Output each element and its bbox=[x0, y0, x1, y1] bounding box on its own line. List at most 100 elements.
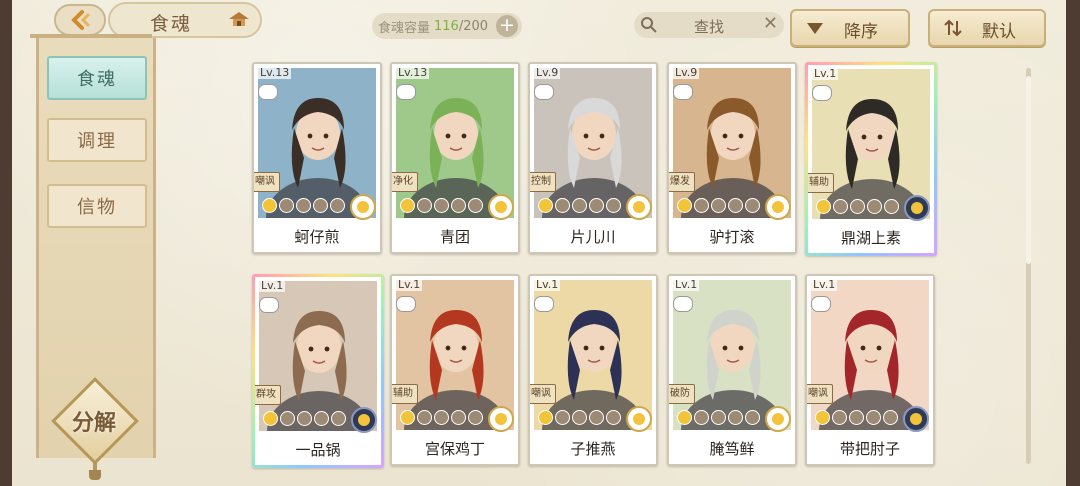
bond-icon bbox=[534, 296, 554, 312]
game-screen: 食魂 食魂容量 116 /200 + 查找 ✕ 降序 默认 食魂 调理 信物 分… bbox=[0, 0, 1080, 486]
sort-mode-button[interactable]: 默认 bbox=[928, 9, 1046, 47]
star-icon bbox=[331, 411, 346, 426]
bond-icon bbox=[812, 85, 832, 101]
star-icon bbox=[694, 410, 709, 425]
level-label: Lv.9 bbox=[534, 66, 561, 79]
card-grid: Lv.13 嘲讽 蚵仔煎 Lv.13 净化 青团 Lv.9 控制 片儿川 Lv.9 爆发 驴打滚 Lv.… bbox=[252, 62, 942, 466]
star-icon bbox=[883, 410, 898, 425]
scrollbar[interactable] bbox=[1026, 68, 1031, 464]
sidebar-item-cooking[interactable]: 调理 bbox=[47, 118, 147, 162]
expand-capacity-button[interactable]: + bbox=[496, 15, 518, 37]
character-name: 腌笃鲜 bbox=[669, 434, 795, 464]
food-soul-card[interactable]: Lv.1 破防腌笃鲜 bbox=[667, 274, 797, 466]
star-icon bbox=[451, 198, 466, 213]
decompose-label: 分解 bbox=[71, 411, 116, 436]
star-icon bbox=[262, 198, 277, 213]
decompose-button[interactable]: 分解 bbox=[51, 377, 139, 465]
star-icon bbox=[555, 410, 570, 425]
star-rating bbox=[815, 410, 899, 425]
bond-icon bbox=[811, 296, 831, 312]
star-icon bbox=[832, 410, 847, 425]
star-icon bbox=[589, 410, 604, 425]
star-icon bbox=[555, 198, 570, 213]
sidebar-item-tokens[interactable]: 信物 bbox=[47, 184, 147, 228]
star-icon bbox=[263, 411, 278, 426]
star-rating bbox=[262, 198, 346, 213]
title-tab: 食魂 bbox=[108, 2, 262, 38]
star-icon bbox=[849, 410, 864, 425]
character-name: 一品锅 bbox=[255, 435, 381, 465]
level-label: Lv.13 bbox=[258, 66, 292, 79]
sort-mode-label: 默认 bbox=[982, 22, 1016, 42]
star-icon bbox=[313, 198, 328, 213]
star-icon bbox=[850, 199, 865, 214]
food-soul-card[interactable]: Lv.13 嘲讽 蚵仔煎 bbox=[252, 62, 382, 254]
search-label: 查找 bbox=[694, 18, 725, 36]
sort-arrows-icon bbox=[944, 19, 962, 37]
food-soul-card[interactable]: Lv.9 控制 片儿川 bbox=[528, 62, 658, 254]
star-rating bbox=[263, 411, 347, 426]
star-icon bbox=[468, 410, 483, 425]
level-label: Lv.1 bbox=[259, 279, 286, 292]
food-soul-card[interactable]: Lv.9 爆发 驴打滚 bbox=[667, 62, 797, 254]
character-name: 子推燕 bbox=[530, 434, 656, 464]
star-icon bbox=[434, 410, 449, 425]
page-title: 食魂 bbox=[150, 13, 193, 35]
element-icon bbox=[765, 406, 791, 432]
food-soul-card[interactable]: Lv.13 净化 青团 bbox=[390, 62, 520, 254]
bond-icon bbox=[396, 84, 416, 100]
search-box[interactable]: 查找 ✕ bbox=[634, 12, 784, 38]
star-icon bbox=[297, 411, 312, 426]
role-badge: 爆发 bbox=[669, 172, 695, 192]
back-button[interactable] bbox=[54, 4, 106, 36]
bond-icon bbox=[259, 297, 279, 313]
star-icon bbox=[816, 199, 831, 214]
back-arrow-icon bbox=[71, 10, 90, 30]
sidebar-item-label: 食魂 bbox=[77, 69, 117, 90]
food-soul-card[interactable]: Lv.1 辅助 宫保鸡丁 bbox=[390, 274, 520, 466]
character-name: 青团 bbox=[392, 222, 518, 252]
level-label: Lv.1 bbox=[811, 278, 838, 291]
star-rating bbox=[400, 410, 484, 425]
element-icon bbox=[350, 194, 376, 220]
star-icon bbox=[745, 410, 760, 425]
triangle-down-icon bbox=[807, 23, 823, 34]
star-icon bbox=[815, 410, 830, 425]
star-icon bbox=[296, 198, 311, 213]
star-icon bbox=[884, 199, 899, 214]
star-icon bbox=[694, 198, 709, 213]
star-rating bbox=[538, 198, 622, 213]
sidebar-item-food-souls[interactable]: 食魂 bbox=[47, 56, 147, 100]
food-soul-card[interactable]: Lv.1 嘲讽 带把肘子 bbox=[805, 274, 935, 466]
star-icon bbox=[711, 410, 726, 425]
left-frame bbox=[0, 0, 12, 486]
capacity-indicator: 食魂容量 116 /200 + bbox=[372, 13, 522, 39]
star-icon bbox=[400, 410, 415, 425]
star-icon bbox=[606, 410, 621, 425]
star-icon bbox=[677, 410, 692, 425]
bond-icon bbox=[258, 84, 278, 100]
bond-icon bbox=[396, 296, 416, 312]
star-icon bbox=[279, 198, 294, 213]
level-label: Lv.9 bbox=[673, 66, 700, 79]
food-soul-card[interactable]: Lv.1 嘲讽 子推燕 bbox=[528, 274, 658, 466]
role-badge: 破防 bbox=[669, 384, 695, 404]
element-icon bbox=[626, 194, 652, 220]
bond-icon bbox=[534, 84, 554, 100]
role-badge: 辅助 bbox=[392, 384, 418, 404]
character-name: 带把肘子 bbox=[807, 434, 933, 464]
clear-search-icon[interactable]: ✕ bbox=[763, 13, 778, 34]
element-icon bbox=[765, 194, 791, 220]
food-soul-card[interactable]: Lv.1 辅助 鼎湖上素 bbox=[805, 62, 937, 256]
star-icon bbox=[728, 410, 743, 425]
sort-order-button[interactable]: 降序 bbox=[790, 9, 910, 47]
star-icon bbox=[434, 198, 449, 213]
level-label: Lv.1 bbox=[673, 278, 700, 291]
star-icon bbox=[589, 198, 604, 213]
scrollbar-thumb[interactable] bbox=[1026, 76, 1031, 264]
character-name: 蚵仔煎 bbox=[254, 222, 380, 252]
food-soul-card[interactable]: Lv.1 群攻 一品锅 bbox=[252, 274, 384, 468]
roof-icon bbox=[229, 12, 249, 26]
character-name: 片儿川 bbox=[530, 222, 656, 252]
element-icon bbox=[626, 406, 652, 432]
